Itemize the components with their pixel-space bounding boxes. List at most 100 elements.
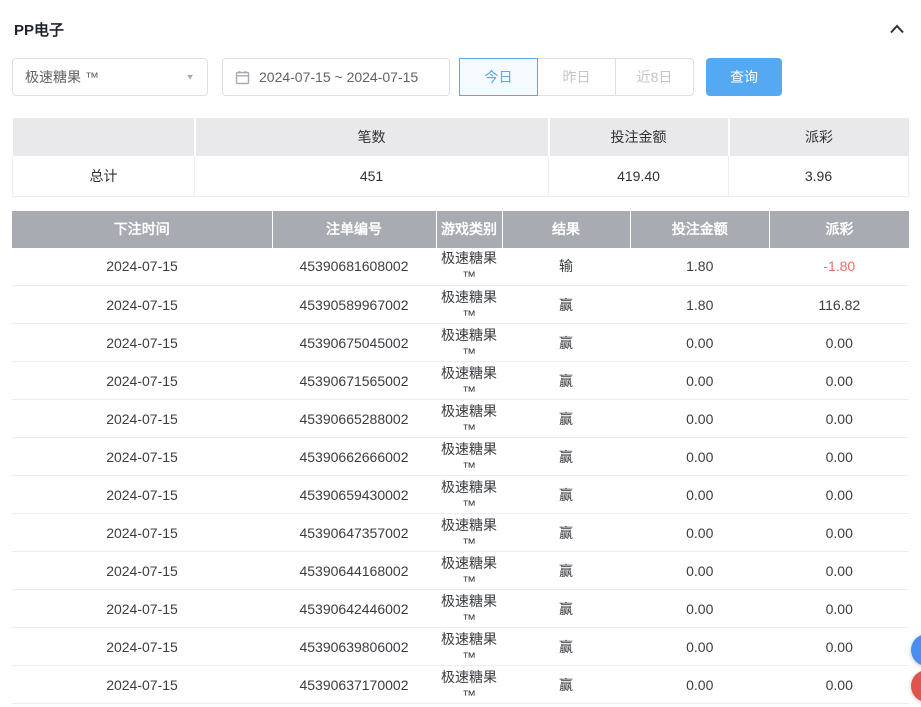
bet-date: 2024-07-15: [12, 590, 272, 628]
page-title: PP电子: [14, 19, 64, 40]
bet-payout: 0.00: [770, 438, 910, 476]
bet-amount: 0.00: [630, 476, 770, 514]
bet-id: 45390675045002: [272, 324, 436, 362]
table-row: 2024-07-15 45390639806002 极速糖果 ™ 赢 0.00 …: [12, 628, 909, 666]
bet-id: 45390659430002: [272, 476, 436, 514]
quick-range-button[interactable]: 今日: [459, 58, 538, 96]
bet-payout: 0.00: [770, 324, 910, 362]
bet-date: 2024-07-15: [12, 362, 272, 400]
bet-date: 2024-07-15: [12, 514, 272, 552]
bet-date: 2024-07-15: [12, 438, 272, 476]
bets-column-header: 结果: [502, 211, 630, 248]
bet-amount: 1.80: [630, 286, 770, 324]
bets-table: 下注时间 注单编号 游戏类别 结果 投注金额 派彩 2024-07-15 453…: [12, 211, 909, 705]
bet-result: 赢: [502, 552, 630, 590]
table-row: 2024-07-15 45390644168002 极速糖果 ™ 赢 0.00 …: [12, 552, 909, 590]
bets-table-body: 2024-07-15 45390681608002 极速糖果 ™ 输 1.80 …: [12, 248, 909, 704]
quick-range-button[interactable]: 近8日: [615, 58, 694, 96]
table-row: 2024-07-15 45390671565002 极速糖果 ™ 赢 0.00 …: [12, 362, 909, 400]
bet-date: 2024-07-15: [12, 400, 272, 438]
bet-game: 极速糖果 ™: [436, 590, 502, 628]
bet-result: 赢: [502, 666, 630, 704]
bet-result: 赢: [502, 514, 630, 552]
bet-payout: 0.00: [770, 476, 910, 514]
bet-id: 45390589967002: [272, 286, 436, 324]
summary-column-header: [13, 118, 195, 156]
summary-count-value: 451: [195, 156, 549, 196]
bet-amount: 0.00: [630, 400, 770, 438]
bet-game: 极速糖果 ™: [436, 628, 502, 666]
search-button[interactable]: 查询: [706, 58, 782, 96]
bet-date: 2024-07-15: [12, 552, 272, 590]
pp-electronic-panel: PP电子 极速糖果 ™ ▼ 2024-07-15 ~ 2024-07-15: [0, 0, 921, 704]
table-row: 2024-07-15 45390659430002 极速糖果 ™ 赢 0.00 …: [12, 476, 909, 514]
bet-amount: 0.00: [630, 438, 770, 476]
summary-column-header: 派彩: [729, 118, 909, 156]
summary-header-row: 笔数 投注金额 派彩: [13, 118, 909, 156]
table-row: 2024-07-15 45390662666002 极速糖果 ™ 赢 0.00 …: [12, 438, 909, 476]
bet-game: 极速糖果 ™: [436, 286, 502, 324]
bet-id: 45390644168002: [272, 552, 436, 590]
bet-date: 2024-07-15: [12, 286, 272, 324]
bet-date: 2024-07-15: [12, 248, 272, 286]
bet-result: 赢: [502, 400, 630, 438]
bet-game: 极速糖果 ™: [436, 362, 502, 400]
bet-id: 45390642446002: [272, 590, 436, 628]
game-select-value: 极速糖果 ™: [25, 67, 99, 87]
date-range-input[interactable]: 2024-07-15 ~ 2024-07-15: [222, 58, 450, 96]
bet-result: 赢: [502, 476, 630, 514]
chevron-up-icon[interactable]: [889, 23, 905, 35]
summary-bet-amount-value: 419.40: [549, 156, 729, 196]
bet-result: 赢: [502, 362, 630, 400]
bet-amount: 0.00: [630, 666, 770, 704]
bet-payout: 0.00: [770, 362, 910, 400]
bet-id: 45390637170002: [272, 666, 436, 704]
bet-id: 45390647357002: [272, 514, 436, 552]
calendar-icon: [235, 70, 250, 85]
bet-id: 45390681608002: [272, 248, 436, 286]
summary-total-label: 总计: [13, 156, 195, 196]
bet-id: 45390671565002: [272, 362, 436, 400]
bet-game: 极速糖果 ™: [436, 248, 502, 286]
bet-payout: 0.00: [770, 666, 910, 704]
bet-amount: 0.00: [630, 324, 770, 362]
summary-column-header: 投注金额: [549, 118, 729, 156]
bet-date: 2024-07-15: [12, 476, 272, 514]
bet-amount: 0.00: [630, 552, 770, 590]
bet-amount: 0.00: [630, 362, 770, 400]
bet-game: 极速糖果 ™: [436, 324, 502, 362]
bets-column-header: 注单编号: [272, 211, 436, 248]
bet-payout: -1.80: [770, 248, 910, 286]
date-range-value: 2024-07-15 ~ 2024-07-15: [259, 69, 418, 85]
summary-payout-value: 3.96: [729, 156, 909, 196]
quick-range-button[interactable]: 昨日: [537, 58, 616, 96]
table-row: 2024-07-15 45390681608002 极速糖果 ™ 输 1.80 …: [12, 248, 909, 286]
chevron-down-icon: ▼: [185, 73, 195, 82]
bet-date: 2024-07-15: [12, 324, 272, 362]
bet-result: 赢: [502, 590, 630, 628]
table-row: 2024-07-15 45390647357002 极速糖果 ™ 赢 0.00 …: [12, 514, 909, 552]
bet-result: 输: [502, 248, 630, 286]
bet-id: 45390665288002: [272, 400, 436, 438]
bet-game: 极速糖果 ™: [436, 400, 502, 438]
bet-amount: 0.00: [630, 628, 770, 666]
bet-result: 赢: [502, 438, 630, 476]
game-select[interactable]: 极速糖果 ™ ▼: [12, 58, 208, 96]
table-row: 2024-07-15 45390589967002 极速糖果 ™ 赢 1.80 …: [12, 286, 909, 324]
quick-range-buttons: 今日 昨日 近8日: [460, 58, 694, 96]
bet-id: 45390662666002: [272, 438, 436, 476]
bet-result: 赢: [502, 628, 630, 666]
bet-result: 赢: [502, 324, 630, 362]
bets-column-header: 派彩: [770, 211, 910, 248]
bet-date: 2024-07-15: [12, 628, 272, 666]
panel-header: PP电子: [12, 14, 909, 44]
summary-table: 笔数 投注金额 派彩 总计 451 419.40 3.96: [12, 118, 909, 197]
table-row: 2024-07-15 45390637170002 极速糖果 ™ 赢 0.00 …: [12, 666, 909, 704]
bets-header-row: 下注时间 注单编号 游戏类别 结果 投注金额 派彩: [12, 211, 909, 248]
bet-date: 2024-07-15: [12, 666, 272, 704]
table-row: 2024-07-15 45390665288002 极速糖果 ™ 赢 0.00 …: [12, 400, 909, 438]
bet-amount: 0.00: [630, 590, 770, 628]
summary-column-header: 笔数: [195, 118, 549, 156]
table-row: 2024-07-15 45390642446002 极速糖果 ™ 赢 0.00 …: [12, 590, 909, 628]
bet-payout: 0.00: [770, 628, 910, 666]
